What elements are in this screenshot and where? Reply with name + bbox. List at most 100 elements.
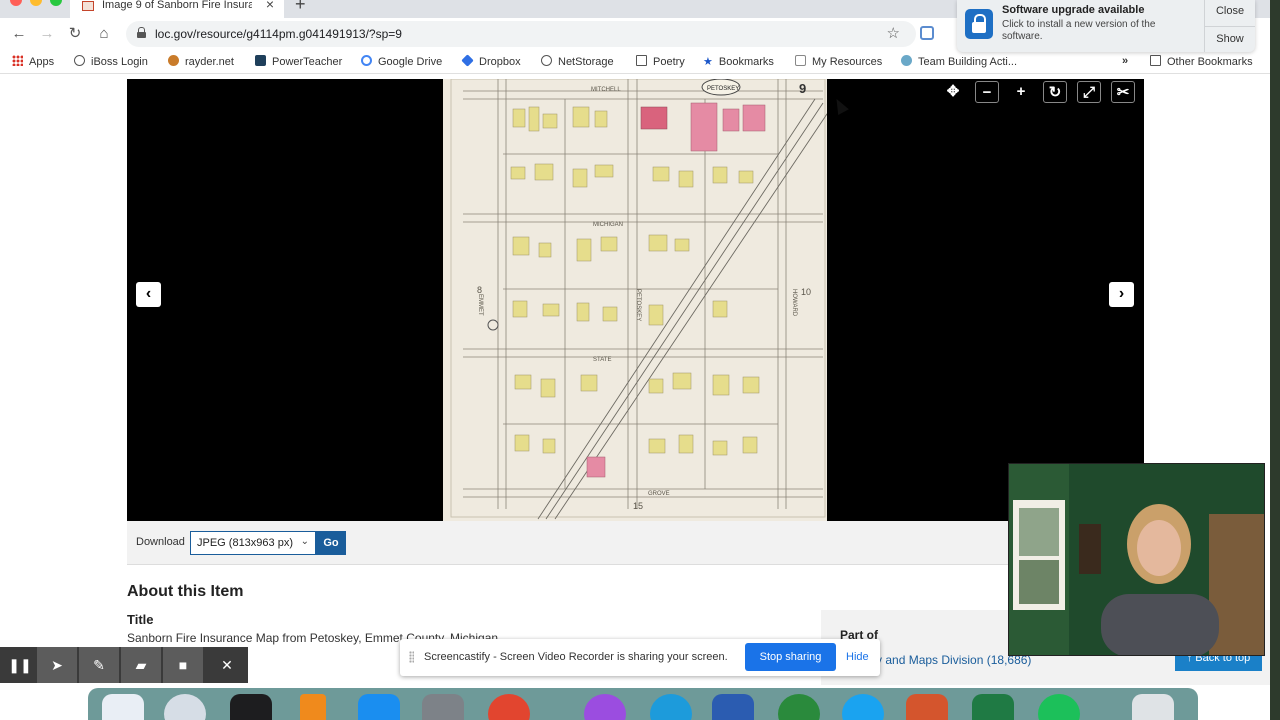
notification-show-button[interactable]: Show (1205, 33, 1255, 45)
notification-close-button[interactable]: Close (1205, 5, 1255, 17)
bookmark-google-drive[interactable]: Google Drive (361, 55, 442, 68)
apple-tv-icon[interactable] (230, 694, 272, 720)
drag-handle-icon[interactable] (409, 651, 414, 663)
download-format-value: JPEG (813x963 px) (197, 537, 293, 549)
rayder-icon (168, 55, 179, 66)
hide-share-bar-link[interactable]: Hide (846, 651, 869, 663)
cricut-icon[interactable] (778, 694, 820, 720)
bookmark-star-icon[interactable]: ☆ (887, 24, 900, 42)
previous-image-button[interactable]: ‹ (136, 282, 161, 307)
zoom-in-icon[interactable]: + (1009, 81, 1033, 103)
new-tab-button[interactable]: + (295, 0, 306, 15)
download-label: Download (136, 536, 185, 548)
webcam-preview[interactable] (1008, 463, 1265, 656)
software-upgrade-notification: Software upgrade available Click to inst… (957, 0, 1255, 52)
title-field-label: Title (127, 612, 154, 627)
finder-icon[interactable] (102, 694, 144, 720)
bookmark-team-building[interactable]: Team Building Acti... (901, 55, 1017, 68)
globe-icon (74, 55, 85, 66)
tab-close-icon[interactable]: × (266, 0, 274, 12)
spotify-icon[interactable] (1038, 694, 1080, 720)
bookmark-netstorage[interactable]: NetStorage (541, 55, 614, 68)
tab-title: Image 9 of Sanborn Fire Insura (102, 0, 252, 11)
extension-icon[interactable] (920, 26, 934, 40)
map-street-label: MICHIGAN (593, 222, 623, 228)
eraser-icon[interactable]: ▰ (121, 647, 161, 683)
excel-icon[interactable] (972, 694, 1014, 720)
bookmark-bookmarks[interactable]: ★ Bookmarks (703, 55, 774, 68)
skype-icon[interactable] (650, 694, 692, 720)
browser-tab[interactable]: Image 9 of Sanborn Fire Insura × (70, 0, 284, 18)
trash-icon[interactable] (1132, 694, 1174, 720)
chrome-icon[interactable] (488, 694, 530, 720)
back-arrow-icon[interactable]: ← (9, 24, 29, 44)
bookmark-my-resources[interactable]: My Resources (795, 55, 882, 68)
bookmarks-overflow-icon[interactable]: » (1122, 55, 1128, 67)
macos-dock (88, 688, 1198, 720)
bookmark-label: Bookmarks (718, 56, 774, 68)
bookmark-apps[interactable]: Apps (12, 55, 54, 68)
app-store-icon[interactable] (358, 694, 400, 720)
share-message: Screencastify - Screen Video Recorder is… (424, 651, 728, 663)
messages-icon[interactable] (842, 694, 884, 720)
bookmark-rayder[interactable]: rayder.net (168, 55, 234, 68)
safari-icon[interactable] (164, 694, 206, 720)
url-text[interactable]: loc.gov/resource/g4114pm.g041491913/?sp=… (155, 27, 402, 41)
pause-icon[interactable]: ❚❚ (0, 647, 40, 683)
bookmark-dropbox[interactable]: Dropbox (461, 54, 521, 68)
camera-icon[interactable]: ■ (163, 647, 203, 683)
map-adjacent-sheet: 15 (633, 501, 643, 511)
bookmark-powerteacher[interactable]: PowerTeacher (255, 55, 342, 68)
pointer-icon[interactable]: ➤ (37, 647, 77, 683)
address-bar[interactable]: loc.gov/resource/g4114pm.g041491913/?sp=… (126, 21, 916, 47)
powerteacher-icon (255, 55, 266, 66)
system-preferences-icon[interactable] (422, 694, 464, 720)
bookmark-label: PowerTeacher (272, 56, 343, 68)
image-viewer[interactable]: MITCHELL MICHIGAN STATE GROVE EMMET PETO… (127, 79, 1144, 521)
map-city-seal: PETOSKEY (707, 86, 739, 92)
window-close-button[interactable] (10, 0, 22, 6)
podcasts-icon[interactable] (584, 694, 626, 720)
bookmark-label: My Resources (812, 56, 883, 68)
dropbox-icon (461, 54, 474, 67)
vlc-icon[interactable] (300, 694, 326, 720)
reload-icon[interactable]: ↻ (65, 24, 85, 44)
stop-sharing-button[interactable]: Stop sharing (745, 643, 836, 671)
sanborn-map-image[interactable]: MITCHELL MICHIGAN STATE GROVE EMMET PETO… (443, 79, 827, 521)
part-of-link[interactable]: aphy and Maps Division (18,686) (856, 653, 1031, 667)
notification-body: Click to install a new version of the so… (1002, 19, 1156, 42)
screen-share-bar: Screencastify - Screen Video Recorder is… (400, 639, 880, 676)
bookmark-label: Google Drive (378, 56, 443, 68)
bookmark-iboss[interactable]: iBoss Login (74, 55, 148, 68)
bookmark-label: Dropbox (479, 56, 521, 68)
map-street-label: HOWARD (791, 289, 797, 317)
move-icon[interactable]: ✥ (941, 81, 965, 103)
word-icon[interactable] (712, 694, 754, 720)
crop-icon[interactable]: ✂ (1111, 81, 1135, 103)
bookmark-other[interactable]: Other Bookmarks (1150, 55, 1253, 68)
home-icon[interactable]: ⌂ (94, 24, 114, 44)
pen-icon[interactable]: ✎ (79, 647, 119, 683)
window-zoom-button[interactable] (50, 0, 62, 6)
bookmark-poetry[interactable]: Poetry (636, 55, 685, 68)
doc-icon (795, 55, 806, 66)
bookmark-label: Apps (29, 56, 55, 68)
map-street-label: STATE (593, 357, 611, 363)
folder-icon (636, 55, 647, 66)
fullscreen-icon[interactable]: ⤢ (1077, 81, 1101, 103)
lock-icon (137, 27, 146, 38)
download-format-select[interactable]: JPEG (813x963 px) ⌄ (190, 531, 316, 555)
forward-arrow-icon[interactable]: → (37, 24, 57, 44)
about-heading: About this Item (127, 583, 244, 600)
bookmark-label: NetStorage (558, 56, 614, 68)
powerpoint-icon[interactable] (906, 694, 948, 720)
next-image-button[interactable]: › (1109, 282, 1134, 307)
zoom-out-icon[interactable]: − (975, 81, 999, 103)
rotate-icon[interactable]: ↻ (1043, 81, 1067, 103)
window-minimize-button[interactable] (30, 0, 42, 6)
close-icon[interactable]: ✕ (207, 647, 247, 683)
map-street-label: EMMET (477, 294, 483, 316)
download-go-button[interactable]: Go (316, 531, 346, 555)
map-adjacent-sheet: 8 (477, 285, 482, 295)
bookmark-label: Other Bookmarks (1167, 56, 1253, 68)
